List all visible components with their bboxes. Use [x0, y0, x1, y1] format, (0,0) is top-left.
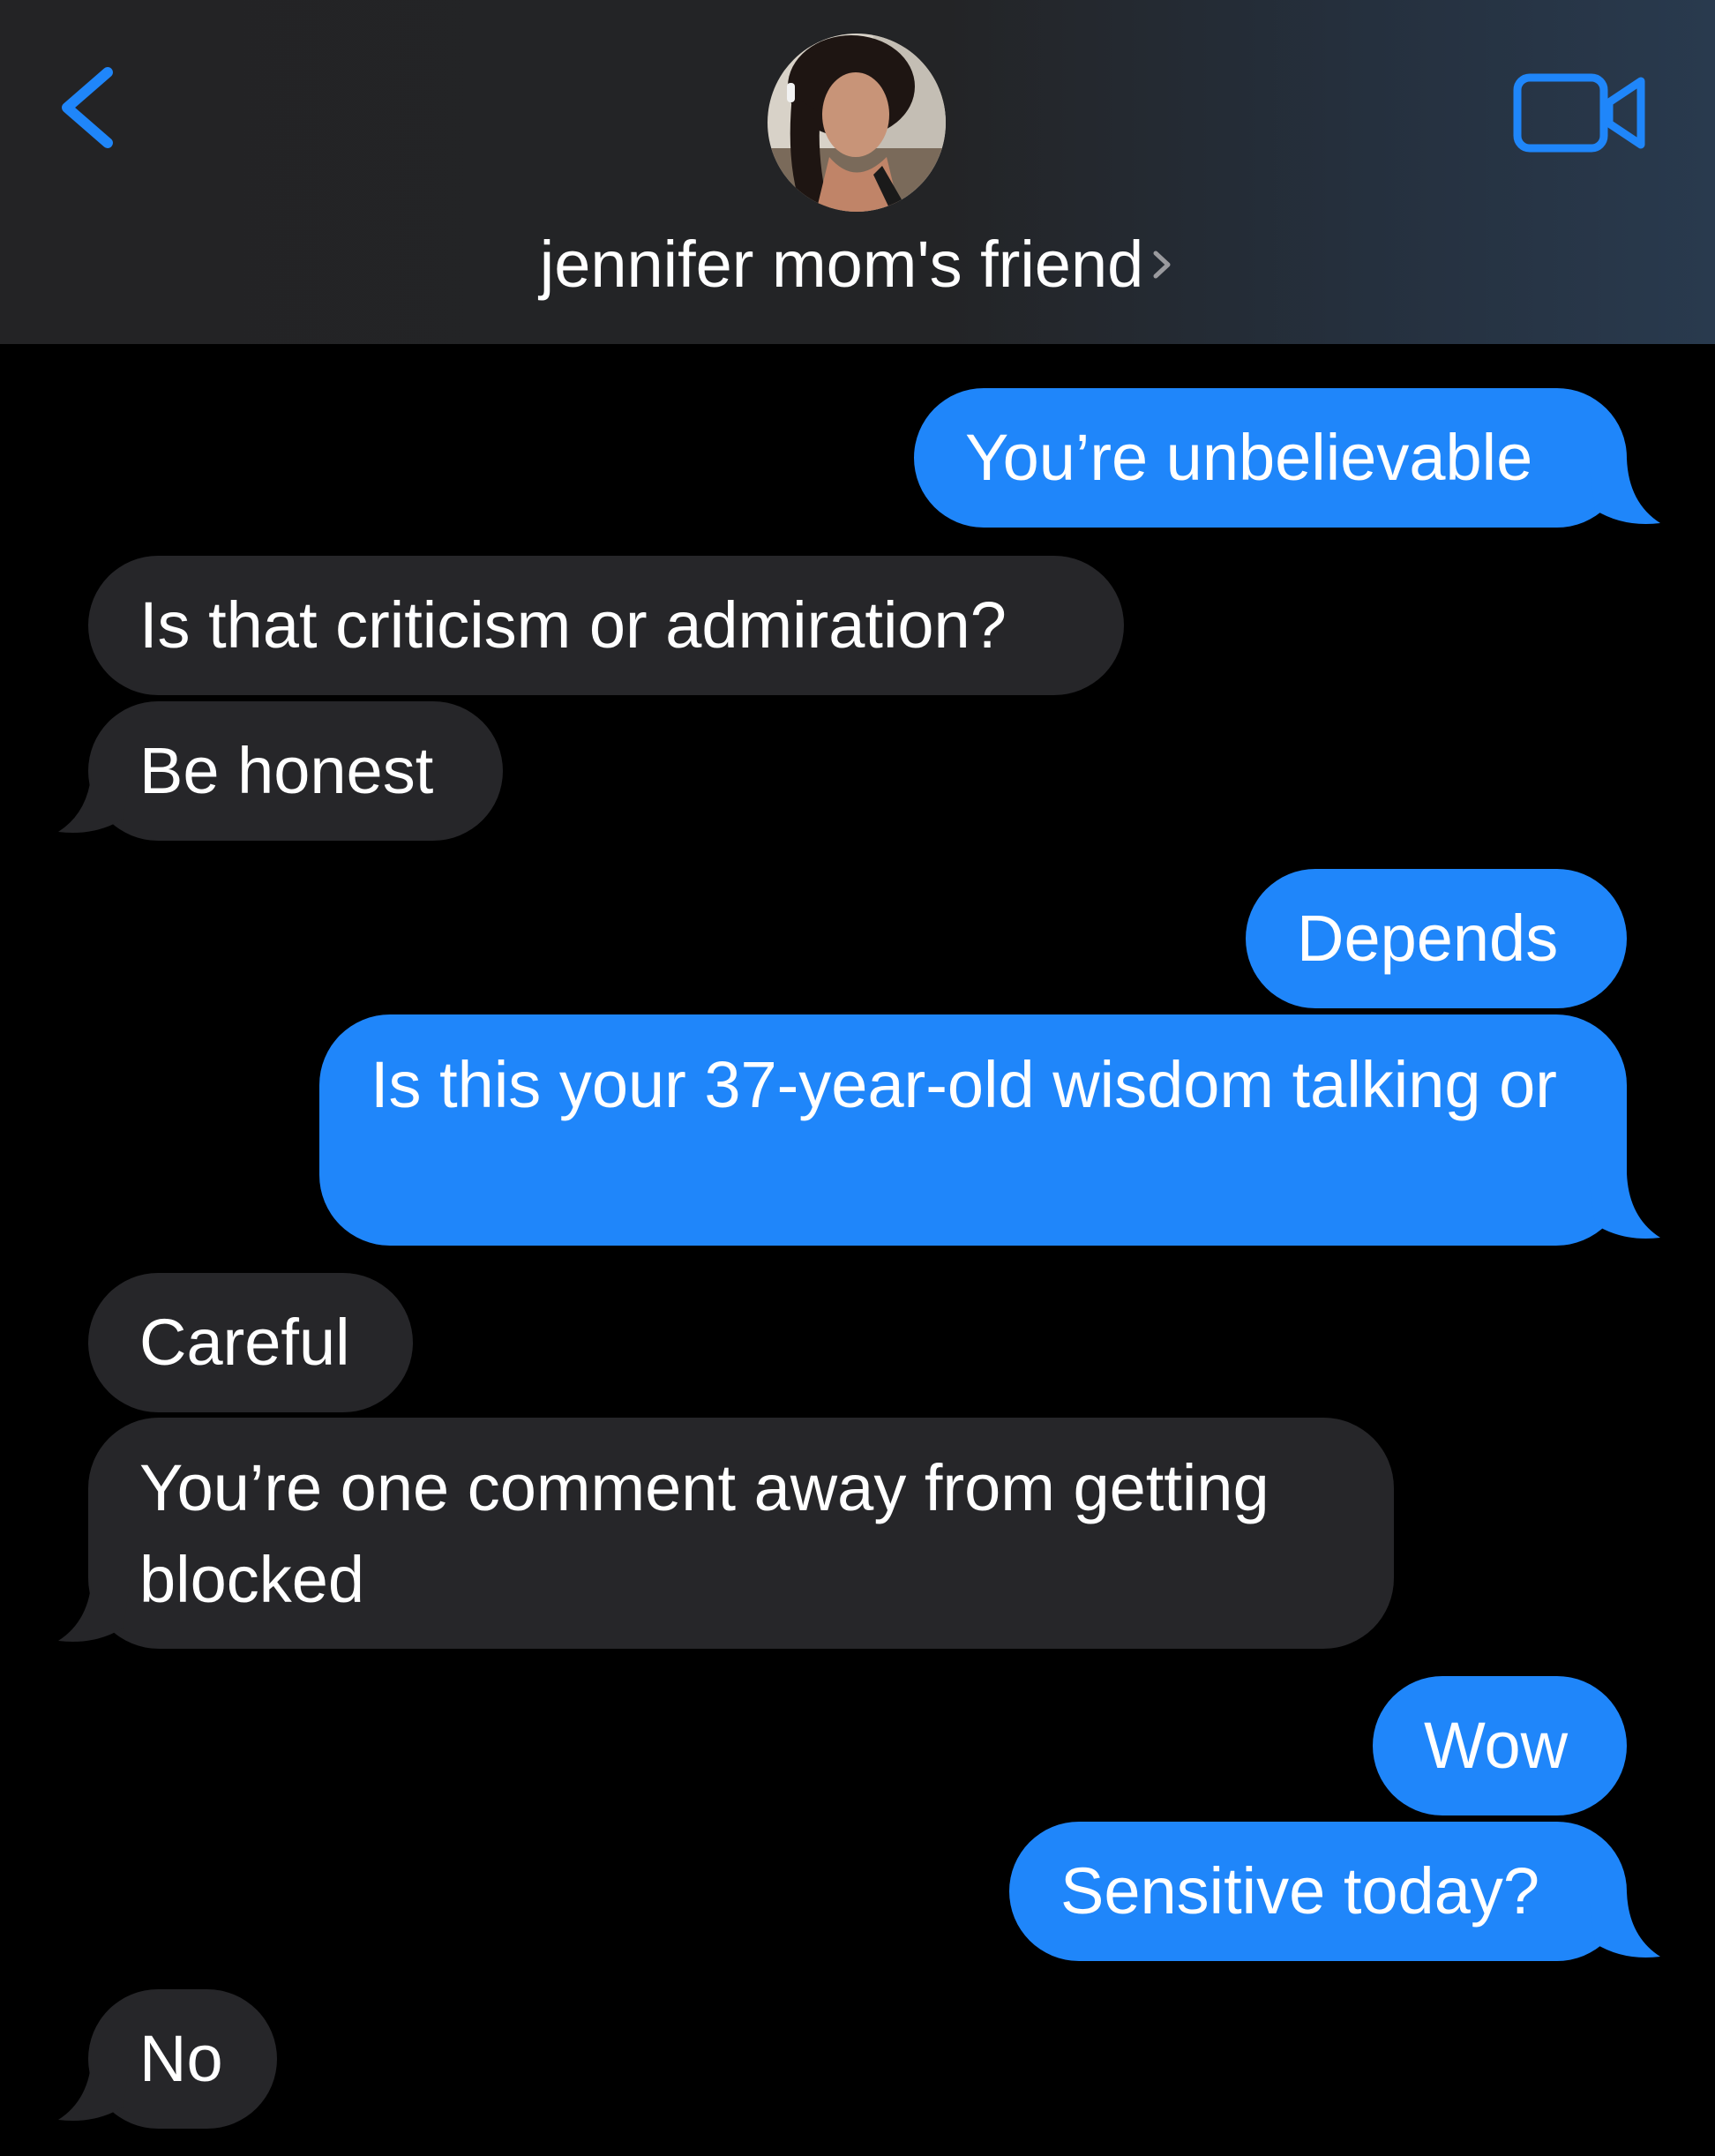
back-button[interactable] — [49, 55, 138, 178]
contact-name-button[interactable]: jennifer mom's friend — [0, 225, 1715, 304]
message-bubble-outgoing[interactable]: Is this your 37-year-old wisdom talking … — [319, 1014, 1627, 1246]
bubble-tail-incoming — [58, 1576, 131, 1642]
message-text: Careful — [139, 1306, 350, 1379]
conversation-header: jennifer mom's friend — [0, 0, 1715, 344]
video-camera-icon — [1513, 73, 1645, 153]
message-bubble-outgoing[interactable]: Depends — [1246, 869, 1627, 1008]
message-bubble-incoming[interactable]: Be honest — [88, 701, 503, 841]
message-bubble-outgoing[interactable]: Sensitive today? — [1009, 1822, 1627, 1961]
message-bubble-outgoing[interactable]: You’re unbelievable — [914, 388, 1627, 528]
chevron-right-icon — [1153, 251, 1171, 279]
avatar[interactable] — [768, 34, 946, 212]
message-bubble-incoming[interactable]: You’re one comment away from getting blo… — [88, 1418, 1394, 1649]
message-text: Depends — [1297, 902, 1559, 975]
bubble-tail-outgoing — [1588, 459, 1660, 524]
bubble-tail-outgoing — [1588, 1173, 1660, 1239]
message-text: Be honest — [139, 734, 434, 807]
message-text: No — [139, 2022, 223, 2095]
message-text: Sensitive today? — [1060, 1854, 1540, 1928]
message-bubble-incoming[interactable]: Is that criticism or admiration? — [88, 556, 1124, 695]
chevron-left-icon — [62, 67, 113, 148]
message-text: Wow — [1424, 1709, 1569, 1782]
message-text: You’re one comment away from getting blo… — [139, 1451, 1269, 1616]
message-bubble-outgoing[interactable]: Wow — [1373, 1676, 1627, 1815]
contact-name: jennifer mom's friend — [539, 228, 1144, 301]
avatar-photo — [768, 34, 946, 212]
bubble-tail-incoming — [58, 2055, 131, 2121]
message-text: Is this your 37-year-old wisdom talking … — [371, 1048, 1557, 1121]
message-text: You’re unbelievable — [965, 421, 1533, 494]
message-bubble-incoming[interactable]: Careful — [88, 1273, 413, 1412]
bubble-tail-outgoing — [1588, 1892, 1660, 1958]
message-text: Is that criticism or admiration? — [139, 588, 1007, 662]
video-call-button[interactable] — [1510, 64, 1651, 162]
bubble-tail-incoming — [58, 767, 131, 833]
